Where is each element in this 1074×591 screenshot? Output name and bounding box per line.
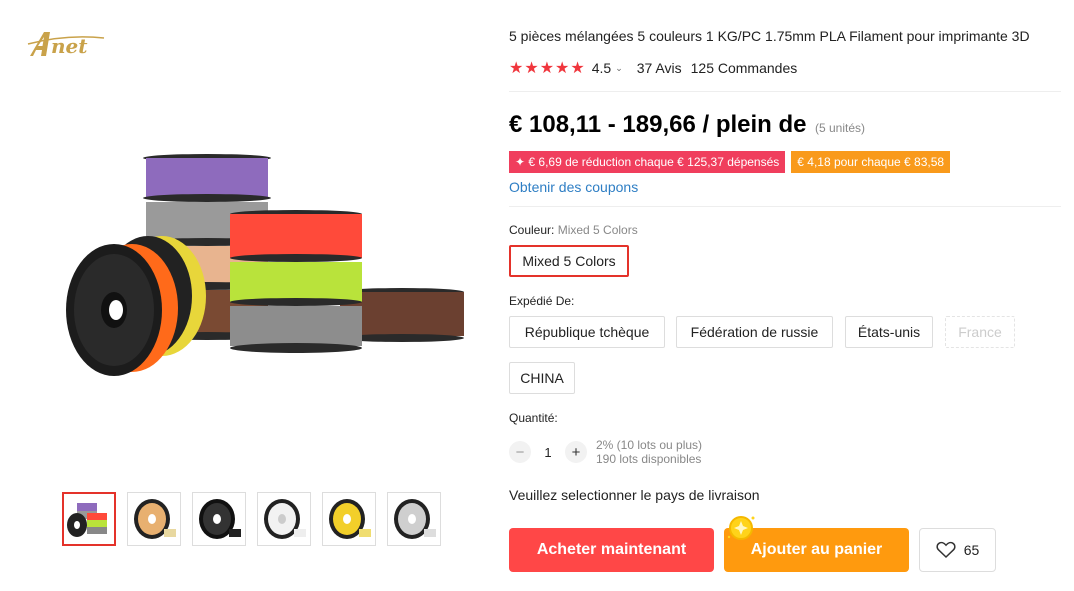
ships-from-france: France (945, 316, 1015, 348)
anet-logo: net (27, 32, 105, 58)
thumbnail-skin-image (134, 499, 176, 539)
quantity-label: Quantité: (509, 411, 558, 425)
price: € 108,11 - 189,66 / plein de (509, 111, 807, 138)
product-main-image[interactable] (34, 150, 466, 380)
thumbnail-black-image (199, 499, 241, 539)
quantity-plus-button[interactable]: + (565, 441, 587, 463)
buy-now-button[interactable]: Acheter maintenant (509, 528, 714, 572)
quantity-info: 2% (10 lots ou plus) 190 lots disponible… (596, 438, 702, 466)
thumbnail-gray[interactable] (387, 492, 441, 546)
quantity-stepper: − 1 + 2% (10 lots ou plus) 190 lots disp… (509, 438, 702, 466)
wishlist-button[interactable]: 65 (919, 528, 996, 572)
promo-badges: ✦ € 6,69 de réduction chaque € 125,37 dé… (509, 151, 951, 173)
ships-from-label: Expédié De: (509, 294, 575, 308)
coin-sparkle-icon (727, 516, 755, 540)
bulk-discount-text: 2% (10 lots ou plus) (596, 438, 703, 452)
delivery-country-note: Veuillez selectionner le pays de livrais… (509, 487, 760, 503)
color-label-text: Couleur: (509, 223, 555, 237)
quantity-input[interactable]: 1 (531, 445, 565, 460)
store-discount-badge: ✦ € 6,69 de réduction chaque € 125,37 dé… (509, 151, 786, 173)
rating-row: ★★★★★ 4.5 ⌄ 37 Avis 125 Commandes (509, 58, 797, 78)
ships-from-us[interactable]: États-unis (845, 316, 933, 348)
quantity-minus-button[interactable]: − (509, 441, 531, 463)
thumbnail-white[interactable] (257, 492, 311, 546)
thumbnail-mixed-image (67, 503, 107, 537)
star-rating-icons: ★★★★★ (509, 60, 586, 77)
wishlist-count: 65 (963, 542, 980, 558)
heart-icon (936, 541, 956, 559)
ships-from-czech[interactable]: République tchèque (509, 316, 665, 348)
price-block: € 108,11 - 189,66 / plein de (5 unités) (509, 111, 865, 139)
coupon-badge: € 4,18 pour chaque € 83,58 (791, 151, 951, 173)
price-unit: (5 unités) (814, 121, 865, 135)
chevron-down-icon[interactable]: ⌄ (615, 63, 623, 74)
thumbnail-yellow[interactable] (322, 492, 376, 546)
color-option-mixed[interactable]: Mixed 5 Colors (509, 245, 629, 277)
stock-available-text: 190 lots disponibles (596, 452, 702, 466)
thumbnail-yellow-image (329, 499, 371, 539)
ships-from-russia[interactable]: Fédération de russie (676, 316, 833, 348)
thumbnail-white-image (264, 499, 306, 539)
color-label: Couleur: Mixed 5 Colors (509, 223, 638, 237)
thumbnail-skin[interactable] (127, 492, 181, 546)
thumbnail-mixed[interactable] (62, 492, 116, 546)
divider (509, 206, 1061, 207)
thumbnail-black[interactable] (192, 492, 246, 546)
rating-score[interactable]: 4.5 (592, 60, 611, 76)
get-coupons-link[interactable]: Obtenir des coupons (509, 179, 638, 195)
thumbnail-gray-image (394, 499, 436, 539)
orders-count: 125 Commandes (690, 60, 798, 76)
divider (509, 91, 1061, 92)
product-title: 5 pièces mélangées 5 couleurs 1 KG/PC 1.… (509, 28, 1030, 44)
reviews-link[interactable]: 37 Avis (637, 60, 682, 76)
color-selected-value: Mixed 5 Colors (557, 223, 638, 237)
ships-from-china[interactable]: CHINA (509, 362, 575, 394)
thumbnail-gallery (62, 492, 441, 546)
